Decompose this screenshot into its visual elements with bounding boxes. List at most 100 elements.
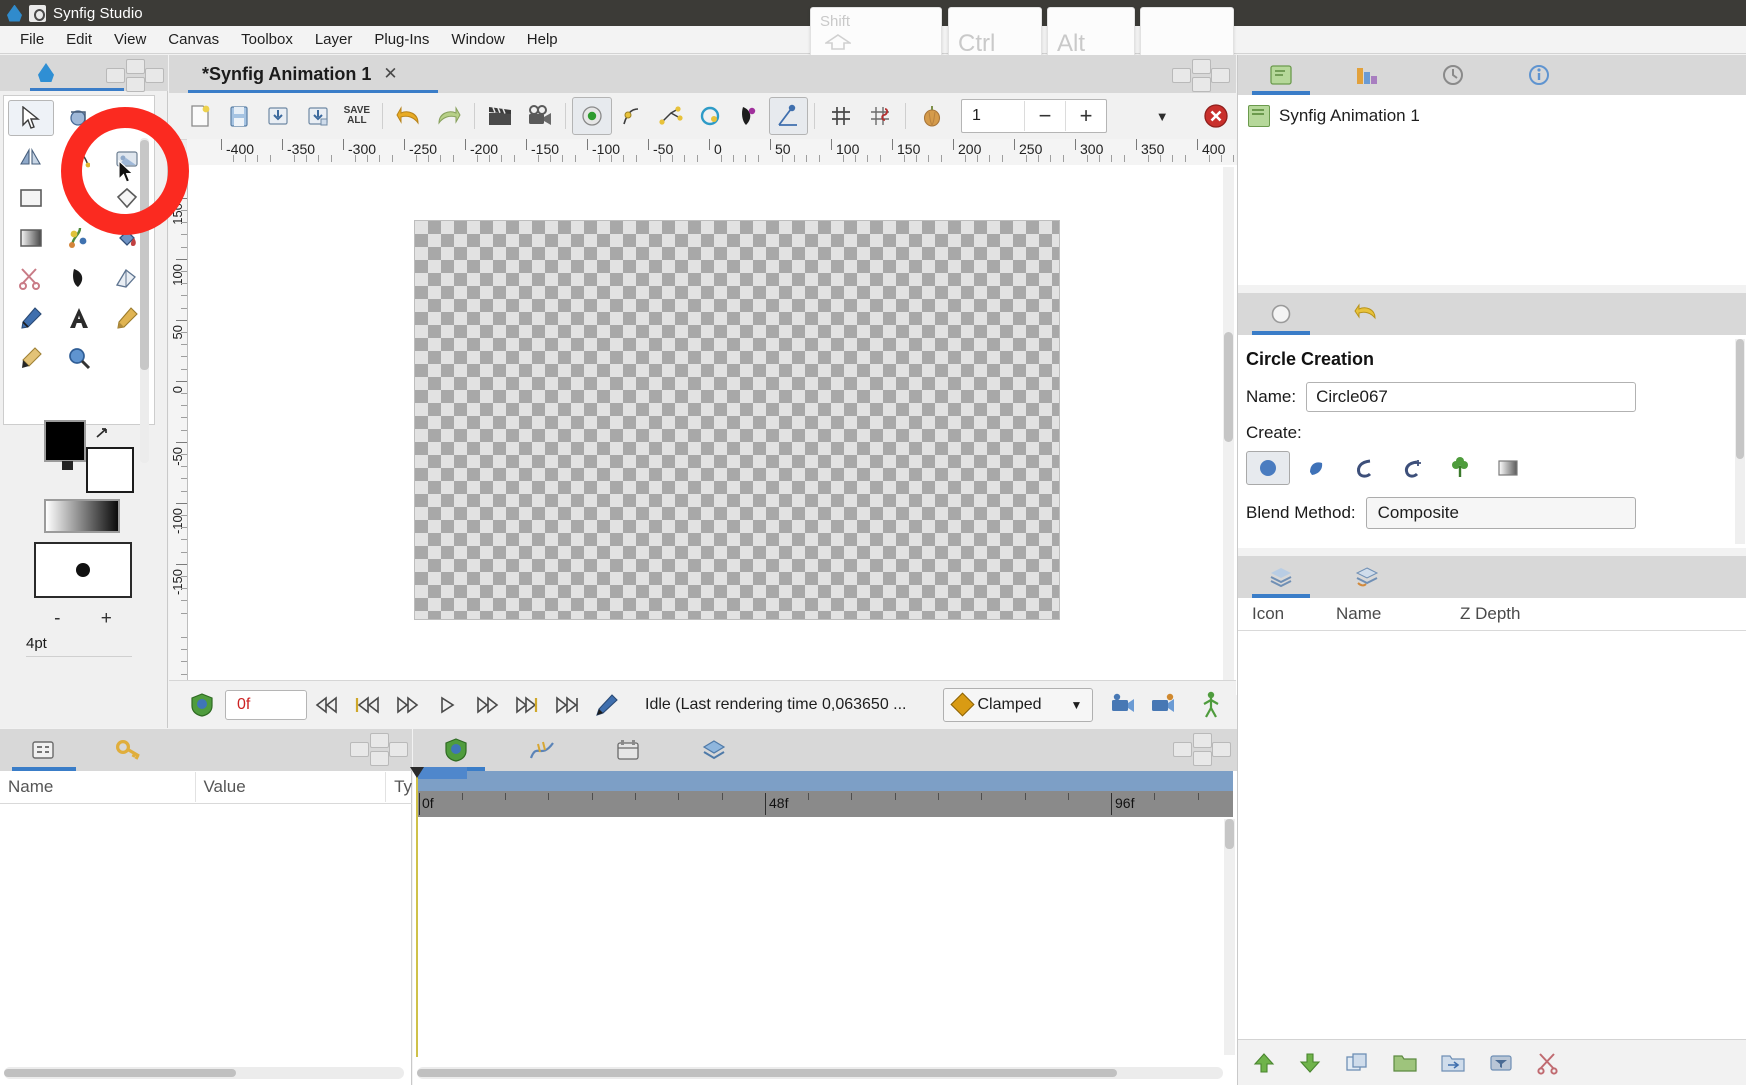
fill-color-swatch[interactable] xyxy=(44,420,86,462)
gradient-swatch[interactable] xyxy=(44,499,120,533)
animate-mode-button[interactable] xyxy=(587,688,627,722)
tool-transform[interactable] xyxy=(8,100,54,136)
show-vertex-handles-toggle[interactable] xyxy=(612,97,651,135)
save-all-button[interactable]: SAVE ALL xyxy=(337,97,376,135)
layer-name-input[interactable]: Circle067 xyxy=(1306,382,1636,412)
seek-next-keyframe-button[interactable] xyxy=(507,688,547,722)
tab-info[interactable] xyxy=(1496,55,1582,95)
tab-library[interactable] xyxy=(1324,55,1410,95)
undo-button[interactable] xyxy=(389,97,428,135)
zoom-decrease-button[interactable]: − xyxy=(1024,101,1065,131)
show-tangent-handles-toggle[interactable] xyxy=(651,97,690,135)
timetrack-ruler[interactable]: 0f 48f 96f xyxy=(417,791,1233,817)
tool-circle[interactable] xyxy=(56,180,102,216)
menu-layer[interactable]: Layer xyxy=(304,29,364,50)
menu-plugins[interactable]: Plug-Ins xyxy=(363,29,440,50)
params-horizontal-scrollbar[interactable] xyxy=(4,1067,404,1079)
redo-button[interactable] xyxy=(429,97,468,135)
group-layer-button[interactable] xyxy=(1392,1051,1418,1075)
tool-gradient[interactable] xyxy=(8,220,54,256)
canvas-vertical-scrollbar[interactable] xyxy=(1223,167,1234,692)
seek-prev-keyframe-button[interactable] xyxy=(347,688,387,722)
animate-figure-icon[interactable] xyxy=(1201,691,1221,719)
current-time-field[interactable]: 0f xyxy=(225,690,307,720)
lower-layer-button[interactable] xyxy=(1298,1051,1322,1075)
brush-preview[interactable] xyxy=(34,542,132,598)
tab-curves[interactable] xyxy=(499,729,585,771)
seek-end-button[interactable] xyxy=(547,688,587,722)
menu-help[interactable]: Help xyxy=(516,29,569,50)
brush-size-increase[interactable]: + xyxy=(101,608,112,630)
tab-sets[interactable] xyxy=(1324,556,1410,598)
tool-plant[interactable] xyxy=(56,220,102,256)
zoom-increase-button[interactable]: + xyxy=(1065,101,1106,131)
tool-smooth-move[interactable] xyxy=(56,100,102,136)
toolbox-scrollbar[interactable] xyxy=(140,138,149,463)
tab-toolbox[interactable] xyxy=(30,58,62,88)
onion-skin-button[interactable] xyxy=(912,97,951,135)
default-interpolation-select[interactable]: Clamped ▼ xyxy=(943,688,1094,722)
menu-window[interactable]: Window xyxy=(440,29,515,50)
tool-mirror[interactable] xyxy=(8,140,54,176)
timetrack-vertical-scrollbar[interactable] xyxy=(1224,819,1235,1055)
seek-next-frame-button[interactable] xyxy=(467,688,507,722)
render-button[interactable] xyxy=(481,97,520,135)
new-document-button[interactable] xyxy=(180,97,219,135)
tool-scale[interactable] xyxy=(104,100,150,136)
timetrack-horizontal-scrollbar[interactable] xyxy=(417,1067,1223,1079)
zoom-value[interactable]: 1 xyxy=(962,107,1024,125)
render-preview-button[interactable] xyxy=(1143,688,1183,722)
tool-spline[interactable] xyxy=(56,140,102,176)
create-gradient-layer[interactable] xyxy=(1486,451,1530,485)
show-position-handles-toggle[interactable] xyxy=(572,97,611,135)
duplicate-layer-button[interactable] xyxy=(1344,1051,1370,1075)
timetrack-keyframe-bar[interactable] xyxy=(417,771,1233,791)
timetrack-dock-buttons[interactable] xyxy=(1173,733,1229,765)
toolbox-dock-buttons[interactable] xyxy=(106,59,162,89)
blend-method-select[interactable]: Composite xyxy=(1366,497,1636,529)
create-outline-layer[interactable] xyxy=(1342,451,1386,485)
show-angle-handles-toggle[interactable] xyxy=(769,97,808,135)
zoom-spinner[interactable]: 1 − + xyxy=(961,99,1107,133)
show-radius-handles-toggle[interactable] xyxy=(690,97,729,135)
show-width-handles-toggle[interactable] xyxy=(729,97,768,135)
horizontal-ruler[interactable]: -400 -350 -300 -250 -200 -150 -100 -50 0… xyxy=(187,139,1236,166)
toolbar-overflow-button[interactable]: ▼ xyxy=(1143,97,1182,135)
toggle-grid-button[interactable] xyxy=(821,97,860,135)
tab-tool-options[interactable] xyxy=(1238,293,1324,335)
create-plant-layer[interactable] xyxy=(1438,451,1482,485)
open-document-button[interactable] xyxy=(219,97,258,135)
group-into-switch-button[interactable] xyxy=(1440,1051,1466,1075)
raise-layer-button[interactable] xyxy=(1252,1051,1276,1075)
preview-button[interactable] xyxy=(520,97,559,135)
tool-rectangle[interactable] xyxy=(8,180,54,216)
canvas-close-button[interactable] xyxy=(1197,97,1236,135)
brush-size-decrease[interactable]: - xyxy=(54,608,60,630)
tool-brush[interactable] xyxy=(8,340,54,376)
tool-cutout[interactable] xyxy=(8,260,54,296)
canvas-browser-panel[interactable]: Synfig Animation 1 xyxy=(1238,95,1746,285)
reset-colors-icon[interactable] xyxy=(62,461,73,470)
tab-layers[interactable] xyxy=(1238,556,1324,598)
params-dock-buttons[interactable] xyxy=(350,733,406,763)
brush-size-value[interactable]: 4pt xyxy=(26,635,132,657)
canvas-browser-root-row[interactable]: Synfig Animation 1 xyxy=(1238,95,1746,127)
tab-keyframes[interactable] xyxy=(86,729,172,771)
tab-history[interactable] xyxy=(1410,55,1496,95)
canvas-dock-buttons[interactable] xyxy=(1172,59,1228,91)
window-menu-icon[interactable] xyxy=(29,5,46,22)
outline-color-swatch[interactable] xyxy=(86,447,134,493)
timetrack-time-cursor[interactable] xyxy=(416,767,418,1057)
save-as-button[interactable] xyxy=(298,97,337,135)
tab-timetrack[interactable] xyxy=(413,729,499,771)
keyframe-lock-icon[interactable] xyxy=(189,692,215,718)
tool-zoom[interactable] xyxy=(56,340,102,376)
render-options-button[interactable] xyxy=(1103,688,1143,722)
group-into-filter-button[interactable] xyxy=(1488,1051,1514,1075)
create-region-layer[interactable] xyxy=(1294,451,1338,485)
menu-view[interactable]: View xyxy=(103,29,157,50)
swap-colors-icon[interactable] xyxy=(96,427,110,439)
canvas-work-area[interactable] xyxy=(187,165,1237,695)
canvas-artboard[interactable] xyxy=(415,221,1059,619)
menu-toolbox[interactable]: Toolbox xyxy=(230,29,304,50)
